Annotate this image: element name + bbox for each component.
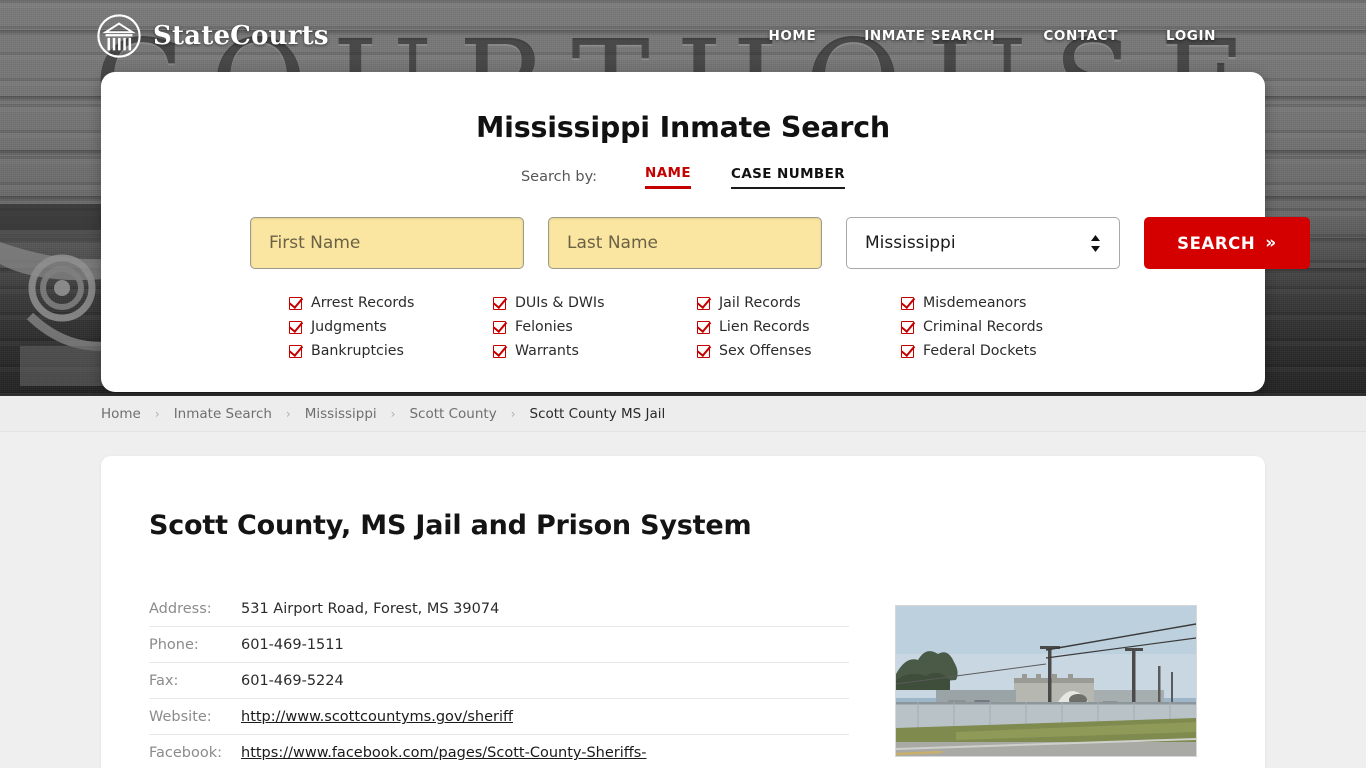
checkbox-checked-icon	[493, 320, 506, 334]
top-navigation-bar: StateCourts HOME INMATE SEARCH CONTACT L…	[0, 0, 1366, 72]
info-label: Website:	[149, 709, 212, 725]
chevron-right-icon: ›	[510, 406, 516, 421]
record-type-item[interactable]: Bankruptcies	[289, 342, 489, 360]
brand-name: StateCourts	[153, 21, 329, 51]
nav-item-inmate-search[interactable]: INMATE SEARCH	[864, 22, 995, 50]
record-type-label: Federal Dockets	[923, 343, 1037, 359]
record-type-label: Jail Records	[719, 295, 801, 311]
info-value: 601-469-1511	[241, 637, 344, 653]
first-name-input[interactable]	[250, 217, 524, 269]
breadcrumb-item-mississippi[interactable]: Mississippi	[305, 406, 377, 422]
search-button-label: SEARCH	[1177, 233, 1256, 253]
record-type-label: Criminal Records	[923, 319, 1043, 335]
website-link[interactable]: http://www.scottcountyms.gov/sheriff	[241, 709, 513, 725]
info-label: Facebook:	[149, 745, 223, 761]
info-label: Phone:	[149, 637, 199, 653]
table-row: Fax: 601-469-5224	[149, 663, 849, 699]
tab-search-by-name[interactable]: NAME	[645, 165, 692, 189]
checkbox-checked-icon	[289, 344, 302, 358]
checkbox-checked-icon	[289, 296, 302, 310]
checkbox-checked-icon	[289, 320, 302, 334]
record-type-item[interactable]: Misdemeanors	[901, 294, 1101, 312]
breadcrumb-item-home[interactable]: Home	[101, 406, 141, 422]
record-type-label: Bankruptcies	[311, 343, 404, 359]
record-type-item[interactable]: Judgments	[289, 318, 489, 336]
record-type-item[interactable]: Federal Dockets	[901, 342, 1101, 360]
record-type-item[interactable]: Warrants	[493, 342, 693, 360]
last-name-input[interactable]	[548, 217, 822, 269]
record-type-label: Felonies	[515, 319, 573, 335]
record-type-item[interactable]: Arrest Records	[289, 294, 489, 312]
state-select-value: Mississippi	[865, 233, 956, 253]
facility-details-row: Address: 531 Airport Road, Forest, MS 39…	[149, 601, 1217, 768]
nav-item-contact[interactable]: CONTACT	[1043, 22, 1118, 50]
record-types-grid: Arrest Records DUIs & DWIs Jail Records …	[101, 294, 1265, 360]
record-type-label: Lien Records	[719, 319, 810, 335]
state-select[interactable]: Mississippi	[846, 217, 1120, 269]
chevron-updown-icon	[1090, 234, 1101, 252]
chevron-right-icon: ›	[390, 406, 396, 421]
search-form: Mississippi SEARCH »	[101, 217, 1310, 269]
record-type-label: Sex Offenses	[719, 343, 812, 359]
facebook-link[interactable]: https://www.facebook.com/pages/Scott-Cou…	[241, 745, 647, 761]
checkbox-checked-icon	[493, 296, 506, 310]
checkbox-checked-icon	[901, 320, 914, 334]
record-type-label: Judgments	[311, 319, 387, 335]
table-row: Address: 531 Airport Road, Forest, MS 39…	[149, 601, 849, 627]
checkbox-checked-icon	[901, 344, 914, 358]
facility-info-table: Address: 531 Airport Road, Forest, MS 39…	[149, 601, 849, 768]
table-row: Website: http://www.scottcountyms.gov/sh…	[149, 699, 849, 735]
checkbox-checked-icon	[901, 296, 914, 310]
breadcrumb-item-inmate-search[interactable]: Inmate Search	[174, 406, 272, 422]
table-row: Phone: 601-469-1511	[149, 627, 849, 663]
inmate-search-card: Mississippi Inmate Search Search by: NAM…	[101, 72, 1310, 392]
brand-logo[interactable]: StateCourts	[96, 13, 329, 59]
record-type-item[interactable]: DUIs & DWIs	[493, 294, 693, 312]
record-type-item[interactable]: Jail Records	[697, 294, 897, 312]
table-row: Facebook: https://www.facebook.com/pages…	[149, 735, 849, 768]
page-body: Scott County, MS Jail and Prison System …	[0, 432, 1366, 768]
info-value: 601-469-5224	[241, 673, 344, 689]
record-type-label: Warrants	[515, 343, 579, 359]
record-type-item[interactable]: Felonies	[493, 318, 693, 336]
checkbox-checked-icon	[493, 344, 506, 358]
double-chevron-right-icon: »	[1265, 233, 1277, 253]
record-type-label: Arrest Records	[311, 295, 415, 311]
info-label: Address:	[149, 601, 212, 617]
tab-search-by-case-number[interactable]: CASE NUMBER	[731, 166, 846, 189]
chevron-right-icon: ›	[154, 406, 160, 421]
breadcrumb-item-current: Scott County MS Jail	[529, 405, 666, 422]
search-by-row: Search by: NAME CASE NUMBER	[101, 165, 1265, 189]
info-value: 531 Airport Road, Forest, MS 39074	[241, 601, 500, 617]
courthouse-circle-icon	[97, 14, 141, 58]
record-type-item[interactable]: Lien Records	[697, 318, 897, 336]
checkbox-checked-icon	[697, 344, 710, 358]
record-type-label: Misdemeanors	[923, 295, 1027, 311]
record-type-label: DUIs & DWIs	[515, 295, 605, 311]
nav-item-home[interactable]: HOME	[768, 22, 816, 50]
hero-header: COURTHOUSE StateCourts HOME	[0, 0, 1366, 396]
search-button[interactable]: SEARCH »	[1144, 217, 1310, 269]
record-type-item[interactable]: Criminal Records	[901, 318, 1101, 336]
facility-photo	[895, 605, 1197, 757]
breadcrumb: Home › Inmate Search › Mississippi › Sco…	[0, 396, 1366, 432]
main-nav: HOME INMATE SEARCH CONTACT LOGIN	[768, 22, 1216, 50]
chevron-right-icon: ›	[285, 406, 291, 421]
search-by-label: Search by:	[520, 169, 597, 185]
record-type-item[interactable]: Sex Offenses	[697, 342, 897, 360]
content-card: Scott County, MS Jail and Prison System …	[101, 456, 1265, 768]
checkbox-checked-icon	[697, 320, 710, 334]
info-label: Fax:	[149, 673, 179, 689]
page-title: Scott County, MS Jail and Prison System	[149, 510, 752, 541]
checkbox-checked-icon	[697, 296, 710, 310]
facility-photo-wrap	[895, 601, 1217, 768]
nav-item-login[interactable]: LOGIN	[1166, 22, 1216, 50]
search-card-title: Mississippi Inmate Search	[475, 111, 891, 144]
breadcrumb-item-scott-county[interactable]: Scott County	[409, 406, 496, 422]
